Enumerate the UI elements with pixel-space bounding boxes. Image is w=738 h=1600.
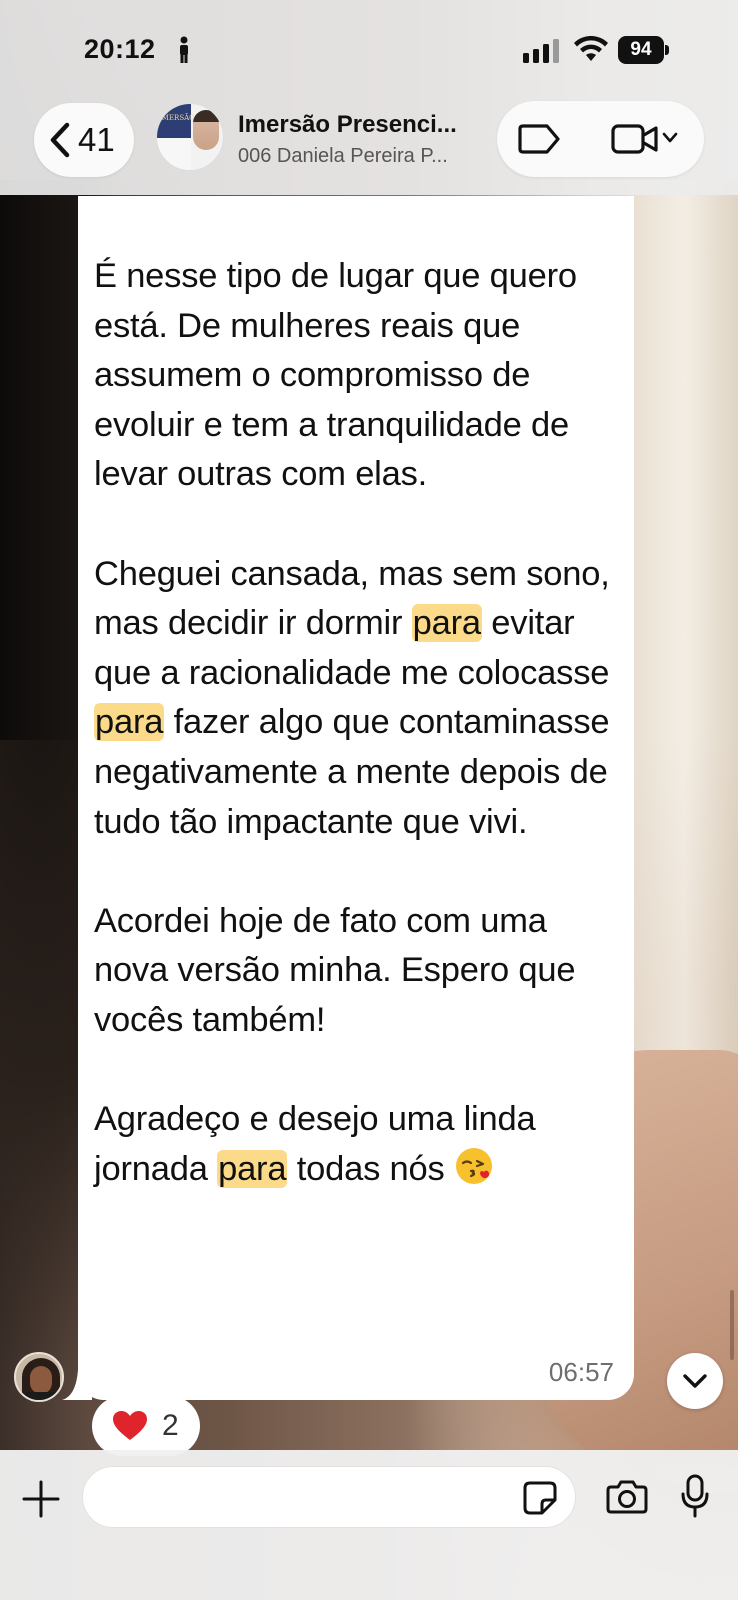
heart-icon — [113, 1411, 147, 1440]
scrollbar[interactable] — [730, 1290, 734, 1360]
search-highlight: para — [94, 703, 165, 742]
message-bubble[interactable]: É nesse tipo de lugar que quero está. De… — [62, 196, 634, 1400]
kissing-face-emoji-icon — [455, 1147, 492, 1184]
battery-level: 94 — [618, 36, 664, 64]
message-composer — [0, 1450, 738, 1600]
status-time: 20:12 — [84, 34, 156, 64]
unread-count: 41 — [78, 121, 115, 158]
search-highlight: para — [217, 1149, 288, 1188]
reaction-pill[interactable]: 2 — [92, 1396, 200, 1456]
video-call-icon[interactable] — [611, 123, 659, 155]
wifi-icon — [574, 36, 608, 61]
message-paragraph: Agradeço e desejo uma linda jornada para… — [94, 1100, 536, 1188]
reaction-count: 2 — [162, 1409, 179, 1442]
sender-avatar[interactable] — [14, 1352, 64, 1402]
camera-icon[interactable] — [606, 1478, 648, 1514]
sticker-icon[interactable] — [522, 1480, 558, 1516]
avatar-text: IMERSÃO — [159, 114, 195, 122]
chat-subtitle: 006 Daniela Pereira P... — [238, 145, 448, 167]
chevron-down-icon[interactable] — [662, 131, 678, 145]
signal-icon — [523, 39, 559, 63]
message-text: É nesse tipo de lugar que quero está. De… — [94, 252, 624, 1194]
group-avatar: IMERSÃO — [156, 103, 224, 171]
header-actions — [497, 101, 704, 177]
battery-indicator: 94 — [618, 36, 670, 64]
bubble-tail — [62, 1370, 92, 1400]
message-paragraph: Acordei hoje de fato com uma nova versão… — [94, 901, 576, 1039]
chevron-left-icon — [50, 122, 70, 158]
chat-header: 20:12 94 41 IMERSÃO Imersão Presenci... … — [0, 0, 738, 195]
microphone-icon[interactable] — [680, 1474, 710, 1518]
scroll-down-button[interactable] — [667, 1353, 723, 1409]
chevron-down-icon — [683, 1374, 707, 1388]
label-icon[interactable] — [517, 121, 563, 157]
message-time: 06:57 — [548, 1357, 614, 1387]
person-icon — [180, 36, 188, 63]
back-button[interactable]: 41 — [34, 103, 134, 177]
search-highlight: para — [411, 604, 482, 643]
message-input[interactable] — [82, 1466, 576, 1528]
chat-title: Imersão Presenci... — [238, 111, 457, 138]
chat-info[interactable]: IMERSÃO Imersão Presenci... 006 Daniela … — [156, 103, 486, 175]
plus-icon[interactable] — [22, 1480, 60, 1518]
message-paragraph: É nesse tipo de lugar que quero está. De… — [94, 257, 577, 494]
message-paragraph: Cheguei cansada, mas sem sono, mas decid… — [94, 554, 610, 841]
